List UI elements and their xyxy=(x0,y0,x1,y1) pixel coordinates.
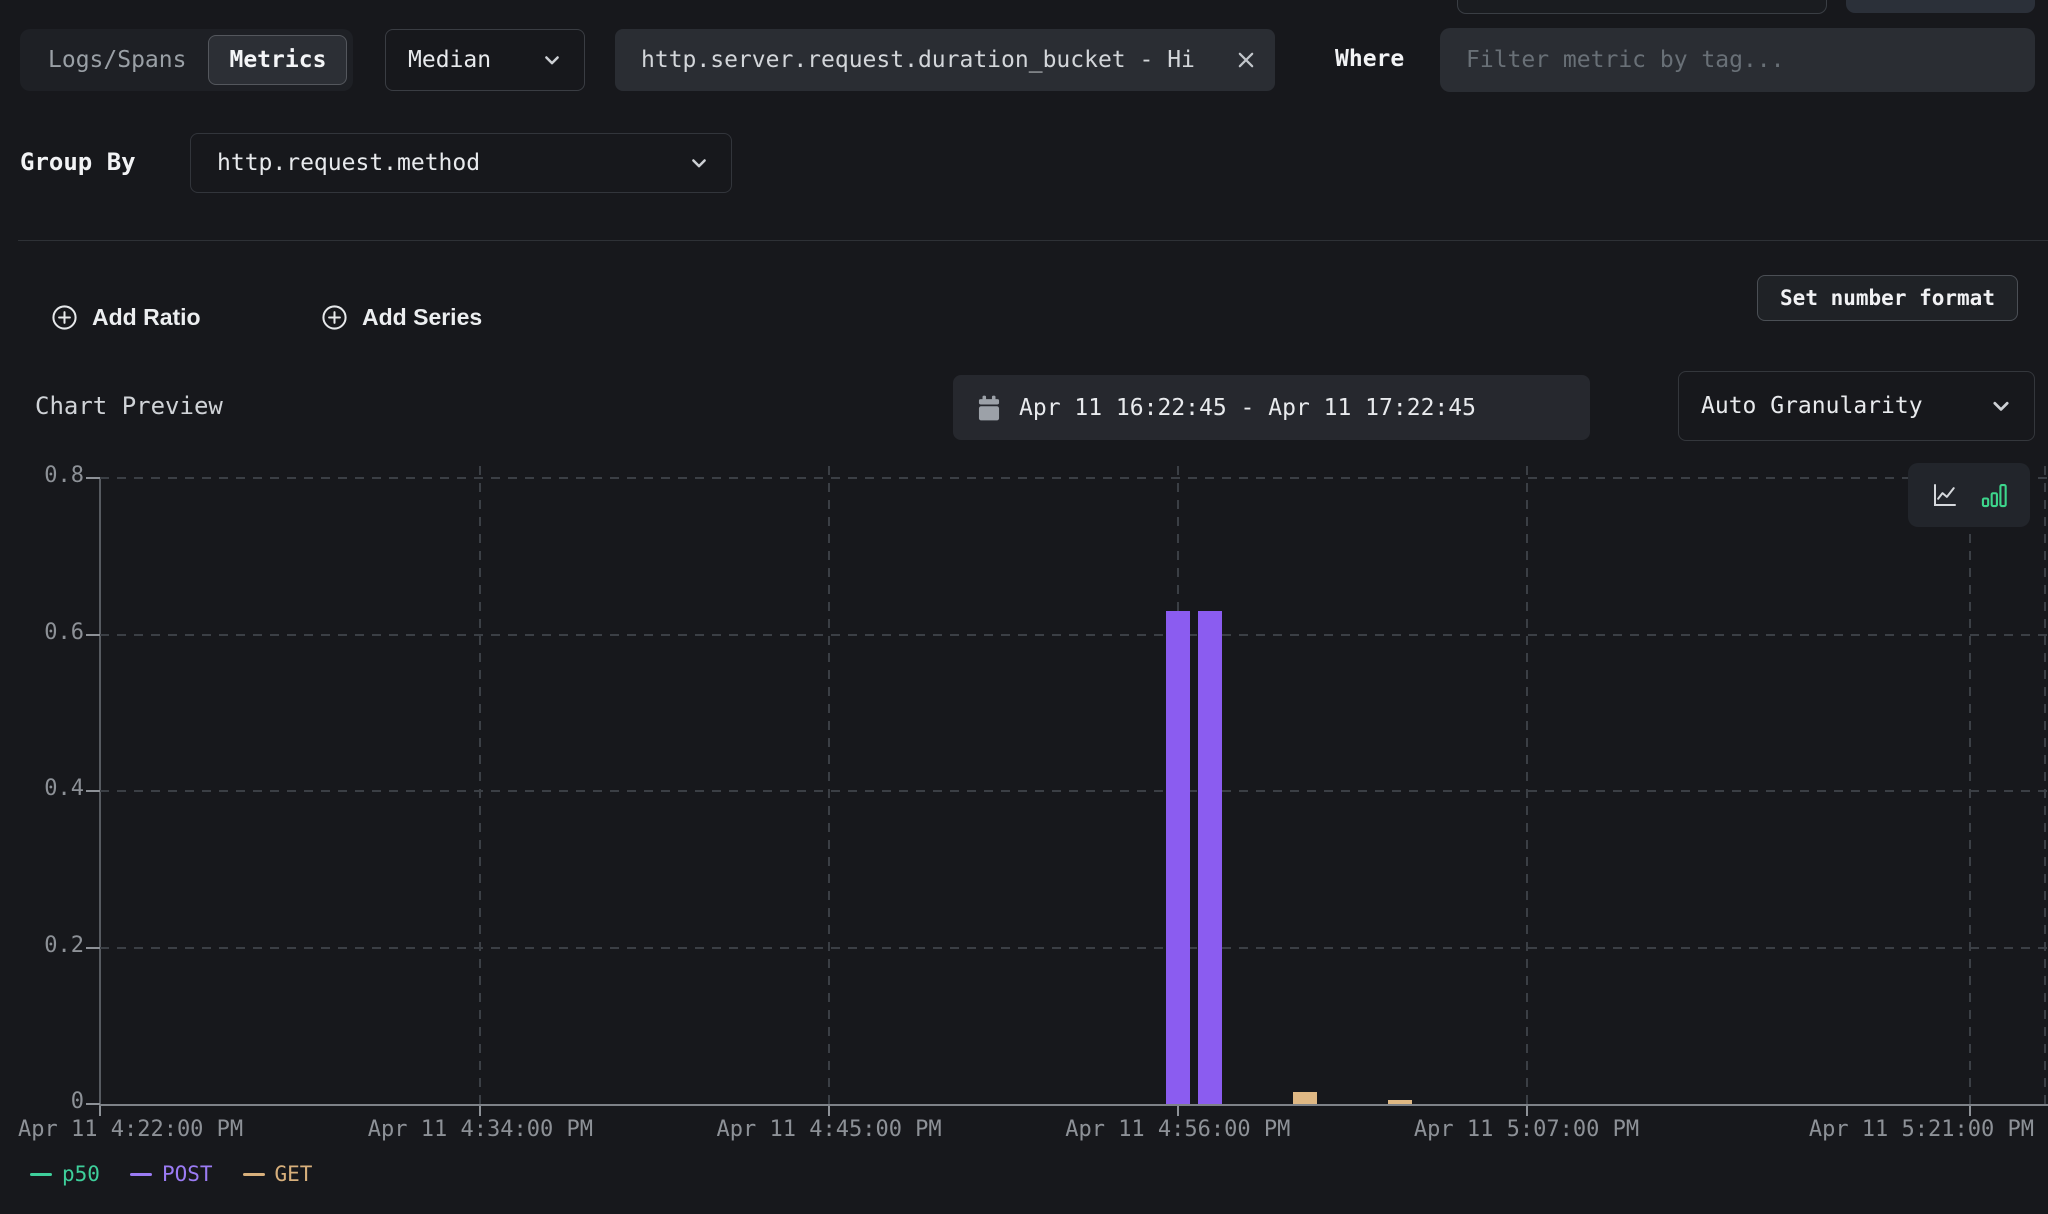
y-tick xyxy=(86,1103,100,1105)
legend-item-post[interactable]: POST xyxy=(130,1162,213,1186)
chart-type-toggle xyxy=(1908,463,2030,527)
x-tick-label: Apr 11 4:45:00 PM xyxy=(717,1117,942,1142)
group-by-dropdown[interactable]: http.request.method xyxy=(190,133,732,193)
x-tick xyxy=(1526,1106,1528,1116)
x-tick xyxy=(1969,1106,1971,1116)
x-tick-label: Apr 11 5:07:00 PM xyxy=(1414,1117,1639,1142)
bar-post[interactable] xyxy=(1166,611,1190,1104)
aggregation-dropdown[interactable]: Median xyxy=(385,29,585,91)
metrics-explorer: Logs/Spans Metrics Median http.server.re… xyxy=(0,0,2048,1214)
bar-chart-icon xyxy=(1980,481,2008,509)
tab-metrics[interactable]: Metrics xyxy=(208,35,347,85)
date-range-value: Apr 11 16:22:45 - Apr 11 17:22:45 xyxy=(1019,395,1476,421)
top-partial-button[interactable] xyxy=(1846,0,2035,13)
line-chart-button[interactable] xyxy=(1930,480,1960,510)
top-partial-input[interactable] xyxy=(1457,0,1827,14)
legend-label: POST xyxy=(162,1162,213,1186)
gridline-horizontal xyxy=(100,477,2048,479)
filter-input[interactable] xyxy=(1440,28,2035,92)
group-by-label: Group By xyxy=(20,148,136,176)
x-tick xyxy=(479,1106,481,1116)
chart-legend: p50 POST GET xyxy=(30,1162,312,1186)
chevron-down-icon xyxy=(542,50,562,70)
legend-item-p50[interactable]: p50 xyxy=(30,1162,100,1186)
x-axis-line xyxy=(99,1104,2048,1106)
section-divider xyxy=(18,240,2048,241)
y-axis-line xyxy=(99,478,101,1106)
granularity-dropdown[interactable]: Auto Granularity xyxy=(1678,371,2035,441)
y-tick-label: 0 xyxy=(0,1089,84,1114)
legend-dash-icon xyxy=(130,1173,152,1176)
gridline-vertical xyxy=(1969,466,1971,1104)
chevron-down-icon xyxy=(1990,395,2012,417)
close-icon[interactable] xyxy=(1235,49,1257,71)
metric-field[interactable]: http.server.request.duration_bucket - Hi xyxy=(615,29,1275,91)
y-tick xyxy=(86,634,100,636)
y-tick-label: 0.6 xyxy=(0,620,84,645)
y-tick-label: 0.8 xyxy=(0,463,84,488)
aggregation-value: Median xyxy=(408,47,491,73)
x-tick-label: Apr 11 4:34:00 PM xyxy=(368,1117,593,1142)
metric-field-value: http.server.request.duration_bucket - Hi xyxy=(641,47,1235,73)
x-tick xyxy=(828,1106,830,1116)
granularity-value: Auto Granularity xyxy=(1701,393,1923,419)
chart-plot-area: 0 0.2 0.4 0.6 0.8 Apr 11 4:22:00 PM Apr 11 4:3… xyxy=(0,460,2048,1160)
x-tick-label: Apr 11 5:21:00 PM xyxy=(1809,1117,2034,1142)
y-tick-label: 0.4 xyxy=(0,776,84,801)
legend-dash-icon xyxy=(243,1173,265,1176)
y-tick xyxy=(86,477,100,479)
where-label: Where xyxy=(1335,46,1404,72)
bar-chart-button[interactable] xyxy=(1980,481,2008,509)
bar-post[interactable] xyxy=(1198,611,1222,1104)
legend-label: p50 xyxy=(62,1162,100,1186)
gridline-horizontal xyxy=(100,947,2048,949)
y-tick xyxy=(86,947,100,949)
filter-input-wrap xyxy=(1440,28,2035,92)
add-ratio-label: Add Ratio xyxy=(92,304,201,331)
line-chart-icon xyxy=(1930,480,1960,510)
legend-label: GET xyxy=(275,1162,313,1186)
date-range-picker[interactable]: Apr 11 16:22:45 - Apr 11 17:22:45 xyxy=(953,375,1590,440)
bar-get[interactable] xyxy=(1388,1100,1412,1104)
add-series-label: Add Series xyxy=(362,304,482,331)
gridline-vertical xyxy=(479,466,481,1104)
x-tick xyxy=(1177,1106,1179,1116)
x-tick-label: Apr 11 4:22:00 PM xyxy=(18,1117,243,1142)
calendar-icon xyxy=(977,395,1001,421)
group-by-value: http.request.method xyxy=(217,150,480,176)
gridline-vertical xyxy=(828,466,830,1104)
tab-logs-spans[interactable]: Logs/Spans xyxy=(26,36,208,84)
gridline-right-edge xyxy=(2044,466,2046,1104)
circle-plus-icon xyxy=(321,304,348,331)
gridline-vertical xyxy=(1526,466,1528,1104)
add-ratio-button[interactable]: Add Ratio xyxy=(45,295,207,339)
y-tick xyxy=(86,790,100,792)
circle-plus-icon xyxy=(51,304,78,331)
x-tick-label: Apr 11 4:56:00 PM xyxy=(1065,1117,1290,1142)
gridline-horizontal xyxy=(100,634,2048,636)
chevron-down-icon xyxy=(689,153,709,173)
y-tick-label: 0.2 xyxy=(0,933,84,958)
x-tick xyxy=(99,1106,101,1116)
source-toggle: Logs/Spans Metrics xyxy=(20,29,353,91)
legend-item-get[interactable]: GET xyxy=(243,1162,313,1186)
chart-preview-title: Chart Preview xyxy=(35,392,223,420)
legend-dash-icon xyxy=(30,1173,52,1176)
gridline-horizontal xyxy=(100,790,2048,792)
set-number-format-button[interactable]: Set number format xyxy=(1757,275,2018,321)
add-series-button[interactable]: Add Series xyxy=(315,295,488,339)
bar-get[interactable] xyxy=(1293,1092,1317,1104)
